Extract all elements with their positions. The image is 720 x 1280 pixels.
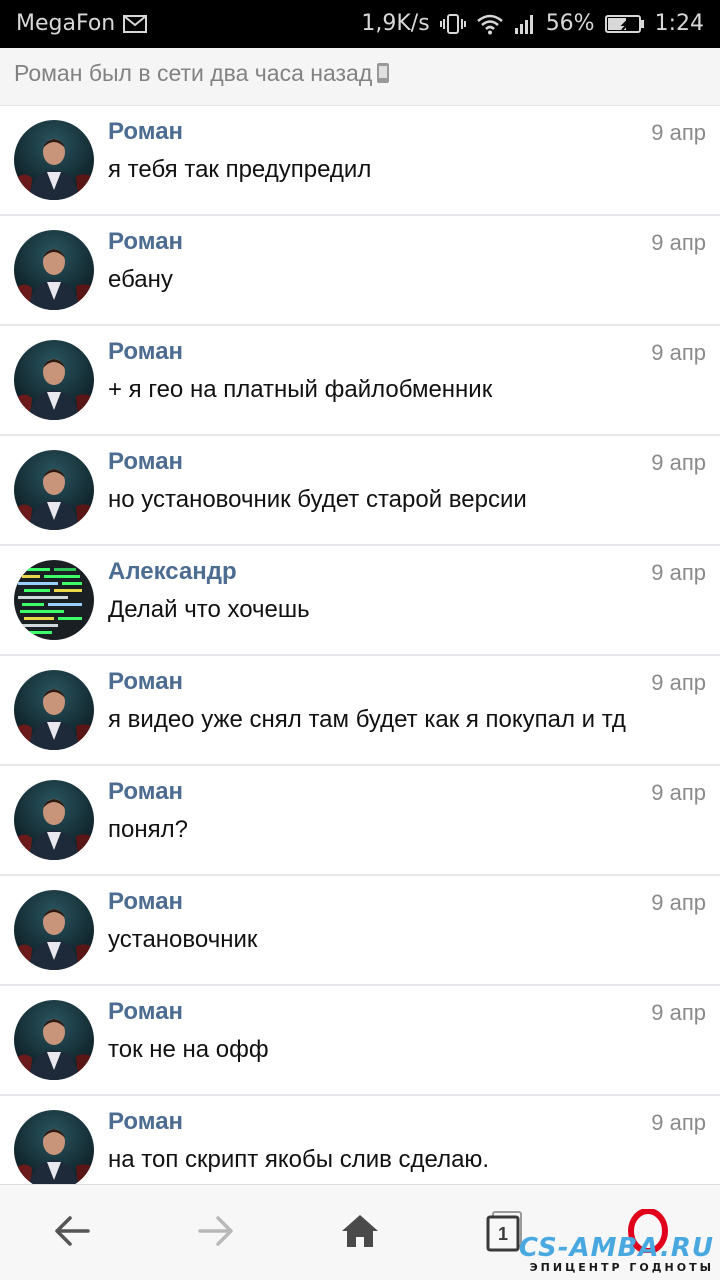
forward-button[interactable] — [194, 1211, 238, 1255]
message-date: 9 апр — [651, 450, 706, 475]
message-row[interactable]: Роман 9 апр + я гео на платный файлобменни… — [0, 326, 720, 436]
home-button[interactable] — [338, 1211, 382, 1255]
message-author[interactable]: Роман — [108, 998, 183, 1026]
avatar[interactable] — [14, 1000, 94, 1080]
home-icon — [340, 1213, 380, 1254]
signal-icon — [514, 14, 536, 34]
message-date: 9 апр — [651, 780, 706, 805]
mail-icon — [123, 14, 148, 33]
message-row[interactable]: Роман 9 апр ток не на офф — [0, 986, 720, 1096]
message-text: но установочник будет старой версии — [108, 486, 527, 513]
message-author[interactable]: Роман — [108, 338, 183, 366]
avatar[interactable] — [14, 1110, 94, 1184]
chat-header: Роман был в сети два часа назад — [0, 48, 720, 106]
message-text: установочник — [108, 926, 258, 953]
message-text: понял? — [108, 816, 188, 843]
wifi-icon — [476, 13, 504, 35]
avatar[interactable] — [14, 890, 94, 970]
back-button[interactable] — [50, 1211, 94, 1255]
avatar[interactable] — [14, 450, 94, 530]
tabs-icon: 1 — [485, 1210, 523, 1257]
message-date: 9 апр — [651, 1000, 706, 1025]
message-text: + я гео на платный файлобменник — [108, 376, 493, 403]
mobile-phone-icon — [376, 62, 390, 90]
browser-bottom-bar: 1 CS-AMBA.RU ЭПИЦЕНТР ГОДНОТЫ — [0, 1184, 720, 1280]
message-author[interactable]: Роман — [108, 118, 183, 146]
message-text: я тебя так предупредил — [108, 156, 372, 183]
online-status-text: Роман был в сети два часа назад — [14, 60, 373, 86]
avatar[interactable] — [14, 560, 94, 640]
message-text: на топ скрипт якобы слив сделаю. — [108, 1146, 490, 1173]
message-row[interactable]: Роман 9 апр я тебя так предупредил — [0, 106, 720, 216]
forward-arrow-icon — [198, 1215, 234, 1252]
message-list[interactable]: Роман 9 апр я тебя так предупредил Роман 9 … — [0, 106, 720, 1184]
message-author[interactable]: Роман — [108, 228, 183, 256]
battery-icon — [604, 14, 645, 34]
message-date: 9 апр — [651, 670, 706, 695]
online-status: Роман был в сети два часа назад — [14, 60, 390, 90]
back-arrow-icon — [54, 1215, 90, 1252]
avatar[interactable] — [14, 230, 94, 310]
tabs-count: 1 — [498, 1224, 508, 1244]
message-row[interactable]: Роман 9 апр понял? — [0, 766, 720, 876]
message-author[interactable]: Роман — [108, 1108, 183, 1136]
message-date: 9 апр — [651, 120, 706, 145]
message-row[interactable]: Роман 9 апр ебану — [0, 216, 720, 326]
message-text: ебану — [108, 266, 173, 293]
message-author[interactable]: Роман — [108, 778, 183, 806]
message-date: 9 апр — [651, 560, 706, 585]
avatar[interactable] — [14, 120, 94, 200]
avatar[interactable] — [14, 670, 94, 750]
site-watermark: CS-AMBA.RU ЭПИЦЕНТР ГОДНОТЫ — [519, 1233, 714, 1274]
message-author[interactable]: Александр — [108, 558, 237, 586]
message-row[interactable]: Роман 9 апр установочник — [0, 876, 720, 986]
message-date: 9 апр — [651, 1110, 706, 1135]
message-author[interactable]: Роман — [108, 668, 183, 696]
clock: 1:24 — [654, 11, 704, 36]
message-row[interactable]: Роман 9 апр на топ скрипт якобы слив сдела… — [0, 1096, 720, 1184]
carrier-name: MegaFon — [16, 11, 116, 36]
message-date: 9 апр — [651, 230, 706, 255]
avatar[interactable] — [14, 780, 94, 860]
message-author[interactable]: Роман — [108, 448, 183, 476]
battery-percent: 56% — [545, 11, 595, 36]
message-text: ток не на офф — [108, 1036, 269, 1063]
network-speed: 1,9K/s — [361, 11, 430, 36]
watermark-main: CS-AMBA.RU — [518, 1233, 714, 1263]
message-row[interactable]: Александр 9 апр Делай что хочешь — [0, 546, 720, 656]
status-bar: MegaFon 1,9K/s 56% 1:24 — [0, 0, 720, 48]
message-date: 9 апр — [651, 340, 706, 365]
message-author[interactable]: Роман — [108, 888, 183, 916]
message-row[interactable]: Роман 9 апр но установочник будет старой в… — [0, 436, 720, 546]
avatar[interactable] — [14, 340, 94, 420]
message-date: 9 апр — [651, 890, 706, 915]
watermark-sub: ЭПИЦЕНТР ГОДНОТЫ — [529, 1261, 714, 1274]
message-text: я видео уже снял там будет как я покупал… — [108, 706, 626, 733]
message-row[interactable]: Роман 9 апр я видео уже снял там будет как… — [0, 656, 720, 766]
vibrate-icon — [439, 13, 466, 35]
message-text: Делай что хочешь — [108, 596, 310, 623]
